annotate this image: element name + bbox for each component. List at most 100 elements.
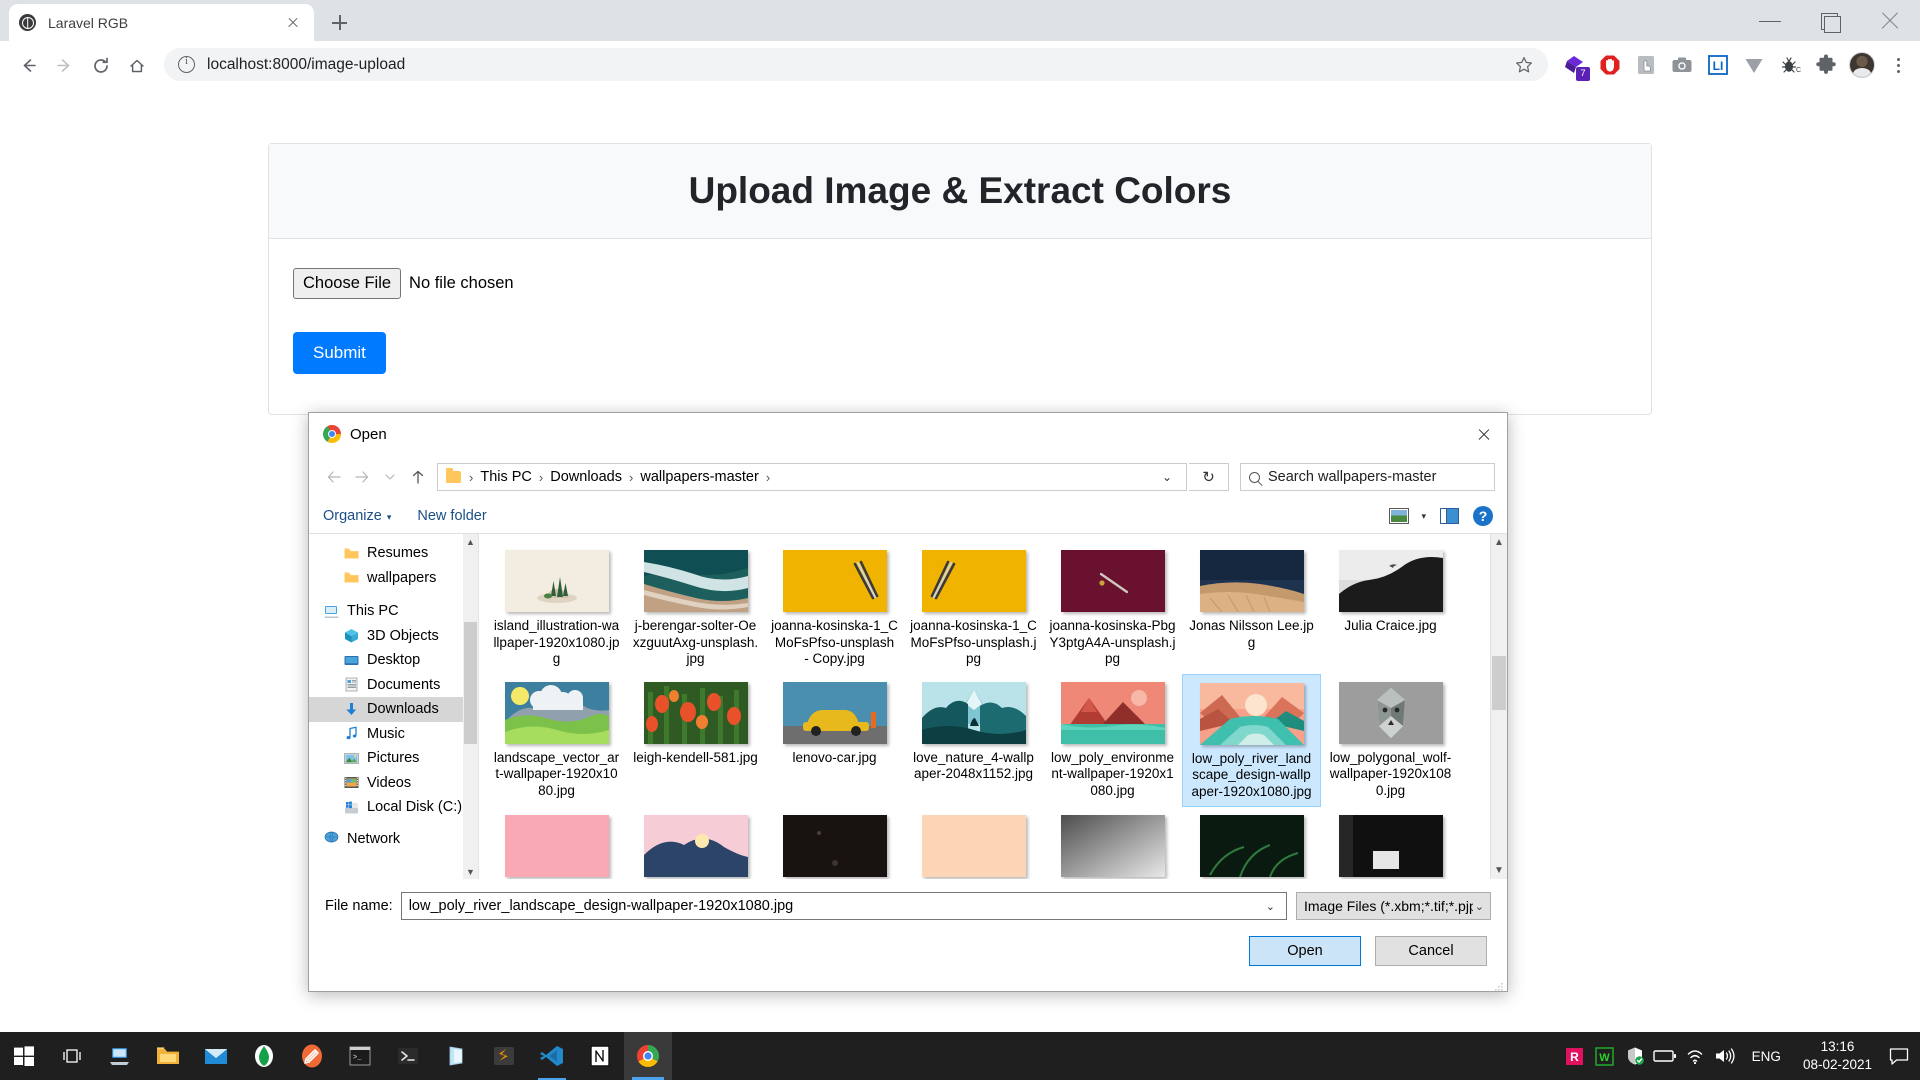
taskbar-powershell[interactable] [384,1032,432,1080]
scroll-down-icon[interactable]: ▼ [463,864,478,879]
scroll-down-icon[interactable]: ▼ [1491,862,1507,879]
file-item[interactable]: love_nature_4-wallpaper-2048x1152.jpg [904,674,1043,808]
scroll-up-icon[interactable]: ▲ [1491,534,1507,551]
choose-file-button[interactable]: Choose File [293,268,402,299]
taskbar-notion[interactable] [576,1032,624,1080]
taskbar-clock[interactable]: 13:16 08-02-2021 [1793,1038,1882,1074]
notification-center-icon[interactable] [1882,1032,1916,1080]
start-button[interactable] [0,1032,48,1080]
file-item[interactable] [626,807,765,879]
taskbar-mongodb[interactable] [240,1032,288,1080]
address-bar[interactable]: localhost:8000/image-upload [164,48,1548,81]
task-view-button[interactable] [48,1032,96,1080]
file-item[interactable]: joanna-kosinska-1_CMoFsPfso-unsplash.jpg [904,542,1043,674]
breadcrumb-downloads[interactable]: Downloads [547,469,625,485]
tray-language[interactable]: ENG [1740,1049,1793,1064]
sidebar-item-wallpapers[interactable]: wallpapers [309,566,478,591]
chevron-down-icon[interactable]: ⌄ [1259,900,1282,913]
home-button[interactable] [118,47,154,83]
dialog-recent-dropdown[interactable] [377,464,403,490]
linkedin-extension[interactable]: LI [1700,47,1736,83]
tray-w-icon[interactable]: W [1590,1032,1620,1080]
search-input[interactable]: Search wallpapers-master [1240,463,1495,491]
submit-button[interactable]: Submit [293,332,386,374]
file-item[interactable] [487,807,626,879]
change-view-button[interactable]: ▾ [1389,508,1426,524]
file-item[interactable]: joanna-kosinska-1_CMoFsPfso-unsplash - C… [765,542,904,674]
debug-bug-extension[interactable]: C [1772,47,1808,83]
help-icon[interactable]: ? [1473,506,1493,526]
new-tab-button[interactable] [325,8,354,37]
dialog-back-button[interactable] [321,464,347,490]
taskbar-this-pc[interactable] [96,1032,144,1080]
scrollbar-thumb[interactable] [464,622,477,744]
dialog-up-button[interactable] [405,464,431,490]
bookmark-star-icon[interactable] [1514,55,1534,75]
info-icon[interactable] [178,55,195,73]
maximize-icon[interactable] [1800,0,1860,41]
sidebar-item-music[interactable]: Music [309,722,478,747]
file-item[interactable]: Julia Craice.jpg [1321,542,1460,674]
sidebar-item-downloads[interactable]: Downloads [309,697,478,722]
file-item[interactable] [1043,807,1182,879]
window-close-icon[interactable] [1860,0,1920,41]
file-item[interactable]: low_polygonal_wolf-wallpaper-1920x1080.j… [1321,674,1460,808]
tray-r-icon[interactable]: R [1560,1032,1590,1080]
file-item[interactable] [1321,807,1460,879]
taskbar-vscode[interactable] [528,1032,576,1080]
file-item[interactable]: low_poly_environment-wallpaper-1920x1080… [1043,674,1182,808]
taskbar-terminal[interactable]: >_ [336,1032,384,1080]
cancel-button[interactable]: Cancel [1375,936,1487,966]
file-item[interactable]: lenovo-car.jpg [765,674,904,808]
taskbar-mail[interactable] [192,1032,240,1080]
sidebar-item-pictures[interactable]: Pictures [309,746,478,771]
organize-button[interactable]: Organize ▾ [323,508,391,524]
scrollbar-thumb[interactable] [1492,656,1506,710]
tray-volume-icon[interactable] [1710,1032,1740,1080]
back-button[interactable] [10,47,46,83]
grammarly-extension[interactable]: 7 [1556,47,1592,83]
sidebar-item-resumes[interactable]: Resumes [309,541,478,566]
breadcrumb-wallpapers-master[interactable]: wallpapers-master [637,469,761,485]
file-item[interactable]: landscape_vector_art-wallpaper-1920x1080… [487,674,626,808]
dialog-close-icon[interactable] [1461,413,1507,455]
file-item[interactable]: j-berengar-solter-OexzguutAxg-unsplash.j… [626,542,765,674]
taskbar-chrome[interactable] [624,1032,672,1080]
sidebar-item-documents[interactable]: Documents [309,673,478,698]
breadcrumb[interactable]: › This PC › Downloads › wallpapers-maste… [437,463,1187,491]
breadcrumb-this-pc[interactable]: This PC [477,469,535,485]
resize-grip[interactable] [1494,979,1504,991]
sidebar-item-local-disk-c[interactable]: Local Disk (C:) [309,795,478,820]
tray-security-icon[interactable] [1620,1032,1650,1080]
new-folder-button[interactable]: New folder [417,508,486,524]
sidebar-item-videos[interactable]: Videos [309,771,478,796]
vue-devtools-extension[interactable] [1736,47,1772,83]
file-item-selected[interactable]: low_poly_river_landscape_design-wallpape… [1182,673,1321,807]
chevron-down-icon[interactable]: ⌄ [1152,470,1182,484]
avatar[interactable] [1844,47,1880,83]
file-name-input[interactable]: low_poly_river_landscape_design-wallpape… [400,892,1287,920]
file-type-select[interactable]: Image Files (*.xbm;*.tif;*.pjp;*.sv ⌄ [1296,892,1491,920]
taskbar-postman[interactable] [288,1032,336,1080]
sidebar-scrollbar[interactable]: ▲ ▼ [463,534,478,879]
minimize-icon[interactable] [1740,0,1800,41]
file-item[interactable] [1182,807,1321,879]
refresh-button[interactable]: ↻ [1189,463,1229,491]
puzzle-extensions-icon[interactable] [1808,47,1844,83]
preview-pane-icon[interactable] [1440,508,1459,524]
scroll-up-icon[interactable]: ▲ [463,534,478,549]
sidebar-item-3d-objects[interactable]: 3D Objects [309,624,478,649]
taskbar-office[interactable] [432,1032,480,1080]
file-item[interactable] [765,807,904,879]
browser-tab[interactable]: Laravel RGB [9,4,314,41]
file-list-scrollbar[interactable]: ▲ ▼ [1490,534,1507,879]
file-item[interactable]: leigh-kendell-581.jpg [626,674,765,808]
adblock-extension[interactable] [1592,47,1628,83]
scroll-extension[interactable] [1628,47,1664,83]
taskbar-file-explorer[interactable] [144,1032,192,1080]
close-icon[interactable] [282,12,304,34]
open-button[interactable]: Open [1249,936,1361,966]
file-item[interactable]: joanna-kosinska-PbgY3ptgA4A-unsplash.jpg [1043,542,1182,674]
tray-wifi-icon[interactable] [1680,1032,1710,1080]
file-item[interactable] [904,807,1043,879]
